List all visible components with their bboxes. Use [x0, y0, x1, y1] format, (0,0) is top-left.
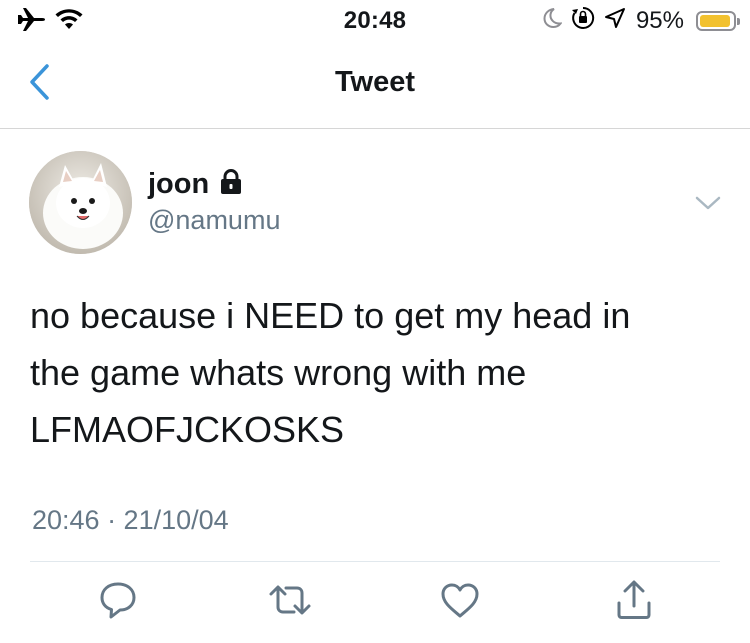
author-handle[interactable]: @namumu [148, 204, 280, 236]
orientation-lock-icon [570, 5, 596, 36]
share-icon [614, 579, 654, 626]
more-options-button[interactable] [694, 195, 722, 216]
status-bar: 20:48 95% [0, 0, 750, 40]
tweet-actions-bar [0, 578, 750, 628]
navigation-bar: Tweet [0, 40, 750, 129]
like-button[interactable] [436, 578, 484, 626]
tweet-detail-screen: 20:48 95% Tweet joon @namumu no because … [0, 0, 750, 643]
battery-icon [696, 10, 740, 31]
status-bar-right: 95% [542, 5, 740, 36]
page-title: Tweet [334, 66, 416, 98]
battery-percent: 95% [635, 6, 684, 34]
reply-icon [97, 580, 139, 625]
battery-cap [737, 17, 740, 25]
author-name[interactable]: joon [148, 168, 209, 200]
tweet-timestamp[interactable]: 20:46 · 21/10/04 [32, 505, 229, 536]
moon-icon [542, 7, 563, 34]
location-icon [604, 7, 626, 34]
lock-icon [219, 168, 243, 200]
author-name-row: joon [148, 168, 243, 200]
retweet-icon [267, 580, 313, 625]
chevron-down-icon [694, 196, 722, 215]
avatar[interactable] [29, 151, 132, 254]
battery-level-fill [700, 14, 730, 27]
retweet-button[interactable] [266, 578, 314, 626]
share-button[interactable] [610, 578, 658, 626]
tweet-text: no because i NEED to get my head in the … [30, 295, 631, 450]
heart-icon [439, 581, 481, 624]
reply-button[interactable] [94, 578, 142, 626]
divider [30, 561, 720, 562]
